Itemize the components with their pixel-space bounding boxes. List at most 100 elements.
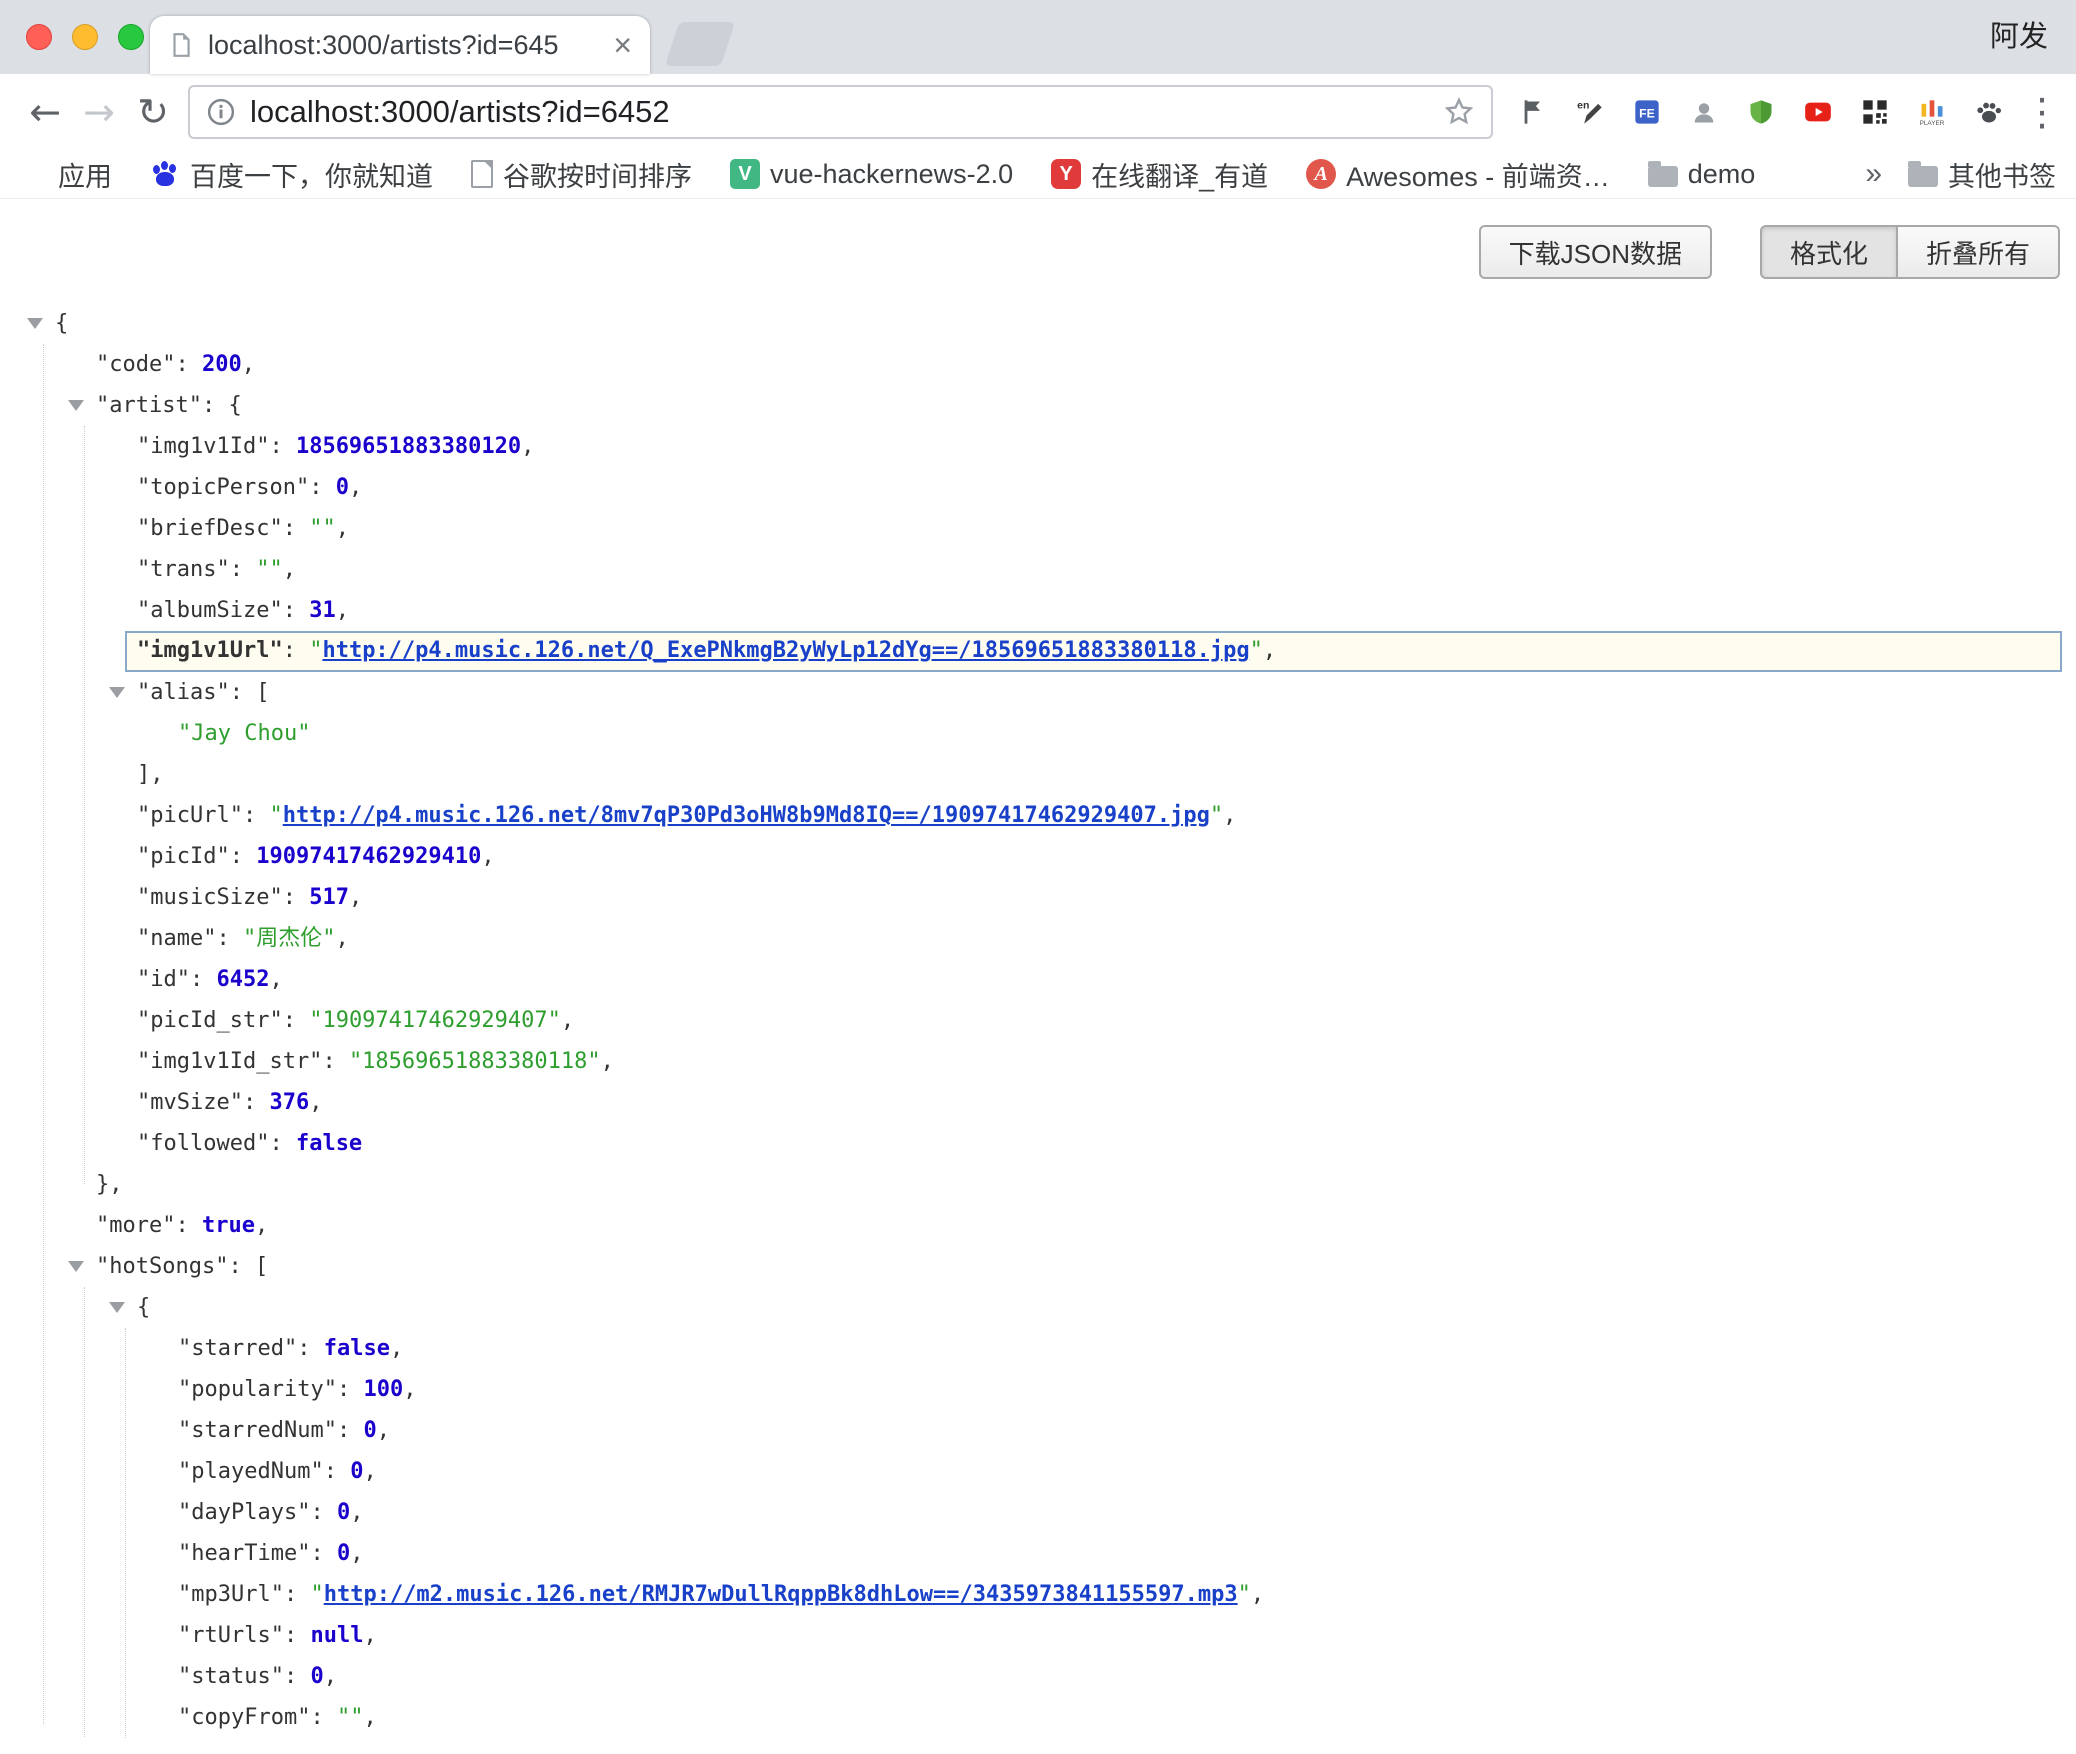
bookmark-item[interactable]: AAwesomes - 前端资… xyxy=(1306,155,1610,194)
player-extension-icon[interactable]: PLAYER xyxy=(1912,92,1952,132)
extensions-area: en FE PLAYER xyxy=(1513,92,2009,132)
json-value-string: "" xyxy=(337,1705,364,1730)
json-punctuation: , xyxy=(336,598,349,623)
json-key: "img1v1Url" xyxy=(137,638,283,663)
bookmark-item[interactable]: Y在线翻译_有道 xyxy=(1051,155,1268,194)
download-json-button[interactable]: 下载JSON数据 xyxy=(1479,225,1712,279)
other-bookmarks-folder[interactable]: 其他书签 xyxy=(1908,155,2056,194)
json-line: "starredNum": 0, xyxy=(0,1410,2076,1451)
json-url-link[interactable]: http://p4.music.126.net/Q_ExePNkmgB2yWyL… xyxy=(322,638,1249,663)
json-punctuation: , xyxy=(324,1664,337,1689)
translate-pen-icon[interactable]: en xyxy=(1570,92,1610,132)
json-line: "mvSize": 376, xyxy=(0,1082,2076,1123)
json-key: "code" xyxy=(96,352,175,377)
json-key: "mvSize" xyxy=(137,1090,243,1115)
json-value-number: 100 xyxy=(363,1377,403,1402)
collapse-triangle-icon[interactable] xyxy=(68,400,84,411)
collapse-triangle-icon[interactable] xyxy=(109,1302,125,1313)
youtube-extension-icon[interactable] xyxy=(1798,92,1838,132)
json-punctuation: : xyxy=(228,1254,255,1279)
folder-icon xyxy=(1908,166,1938,187)
tab-close-icon[interactable]: × xyxy=(613,29,632,61)
forward-icon[interactable]: → xyxy=(72,90,126,134)
svg-text:PLAYER: PLAYER xyxy=(1920,120,1945,126)
json-line: "picId": 19097417462929410, xyxy=(0,836,2076,877)
json-punctuation: : xyxy=(337,1418,364,1443)
browser-menu-icon[interactable]: ⋮ xyxy=(2023,90,2061,134)
json-punctuation: : xyxy=(297,1336,324,1361)
json-line: "trans": "", xyxy=(0,549,2076,590)
json-punctuation: : xyxy=(230,557,257,582)
json-line: "starred": false, xyxy=(0,1328,2076,1369)
json-value-number: 6452 xyxy=(216,967,269,992)
apps-shortcut[interactable]: 应用 xyxy=(20,155,112,194)
collapse-all-button[interactable]: 折叠所有 xyxy=(1897,225,2060,279)
json-value-number: 19097417462929410 xyxy=(256,844,481,869)
json-line: "more": true, xyxy=(0,1205,2076,1246)
json-line: "briefDesc": "", xyxy=(0,508,2076,549)
json-key: "rtUrls" xyxy=(178,1623,284,1648)
bookmark-label: vue-hackernews-2.0 xyxy=(770,159,1013,190)
profile-extension-icon[interactable] xyxy=(1684,92,1724,132)
url-text[interactable]: localhost:3000/artists?id=6452 xyxy=(250,94,1443,130)
close-window-icon[interactable] xyxy=(26,24,52,50)
bookmark-item[interactable]: Vvue-hackernews-2.0 xyxy=(730,159,1013,190)
bookmark-item[interactable]: 百度一下，你就知道 xyxy=(150,155,433,194)
json-tree: {"code": 200,"artist": {"img1v1Id": 1856… xyxy=(0,287,2076,1738)
json-punctuation: : xyxy=(216,926,243,951)
json-line: "topicPerson": 0, xyxy=(0,467,2076,508)
json-line: "picUrl": "http://p4.music.126.net/8mv7q… xyxy=(0,795,2076,836)
page-info-icon[interactable] xyxy=(206,97,236,127)
json-punctuation: : xyxy=(243,1090,270,1115)
fullscreen-window-icon[interactable] xyxy=(118,24,144,50)
apps-label: 应用 xyxy=(58,155,112,194)
bookmark-star-icon[interactable] xyxy=(1443,96,1475,128)
json-key: "trans" xyxy=(137,557,230,582)
shield-extension-icon[interactable] xyxy=(1741,92,1781,132)
back-icon[interactable]: ← xyxy=(18,90,72,134)
bookmark-label: 百度一下，你就知道 xyxy=(190,155,433,194)
collapse-triangle-icon[interactable] xyxy=(109,687,125,698)
json-line: { xyxy=(0,303,2076,344)
reload-icon[interactable]: ↻ xyxy=(126,90,180,134)
json-value-string: " xyxy=(310,1582,323,1607)
json-line: "copyFrom": "", xyxy=(0,1697,2076,1738)
json-line: }, xyxy=(0,1164,2076,1205)
json-key: "picId" xyxy=(137,844,230,869)
json-line: "hotSongs": [ xyxy=(0,1246,2076,1287)
flag-extension-icon[interactable] xyxy=(1513,92,1553,132)
fe-extension-icon[interactable]: FE xyxy=(1627,92,1667,132)
json-line: "id": 6452, xyxy=(0,959,2076,1000)
svg-text:en: en xyxy=(1577,100,1589,112)
json-punctuation: : xyxy=(337,1377,364,1402)
browser-tab[interactable]: localhost:3000/artists?id=645 × xyxy=(150,16,650,74)
json-line: ], xyxy=(0,754,2076,795)
json-value-number: 200 xyxy=(202,352,242,377)
collapse-triangle-icon[interactable] xyxy=(27,318,43,329)
json-key: "copyFrom" xyxy=(178,1705,310,1730)
bookmark-item[interactable]: 谷歌按时间排序 xyxy=(471,155,692,194)
bookmarks-overflow-icon[interactable]: » xyxy=(1865,157,1882,191)
json-line: "hearTime": 0, xyxy=(0,1533,2076,1574)
json-viewer-toolbar: 下载JSON数据 格式化 折叠所有 xyxy=(0,199,2076,287)
qr-code-extension-icon[interactable] xyxy=(1855,92,1895,132)
json-punctuation: , xyxy=(283,557,296,582)
json-url-link[interactable]: http://p4.music.126.net/8mv7qP30Pd3oHW8b… xyxy=(283,803,1210,828)
json-key: "briefDesc" xyxy=(137,516,283,541)
bookmark-item[interactable]: demo xyxy=(1648,159,1756,190)
json-key: "followed" xyxy=(137,1131,269,1156)
json-value-number: 517 xyxy=(309,885,349,910)
bookmark-label: Awesomes - 前端资… xyxy=(1346,155,1610,194)
new-tab-button[interactable] xyxy=(665,22,735,66)
json-value-number: 0 xyxy=(336,475,349,500)
json-punctuation: : xyxy=(310,1705,337,1730)
json-punctuation: [ xyxy=(256,680,269,705)
format-button[interactable]: 格式化 xyxy=(1760,225,1897,279)
collapse-triangle-icon[interactable] xyxy=(68,1261,84,1272)
json-value-number: 0 xyxy=(337,1500,350,1525)
address-bar[interactable]: localhost:3000/artists?id=6452 xyxy=(188,85,1493,139)
json-key: "hotSongs" xyxy=(96,1254,228,1279)
paw-extension-icon[interactable] xyxy=(1969,92,2009,132)
minimize-window-icon[interactable] xyxy=(72,24,98,50)
json-url-link[interactable]: http://m2.music.126.net/RMJR7wDullRqppBk… xyxy=(324,1582,1238,1607)
